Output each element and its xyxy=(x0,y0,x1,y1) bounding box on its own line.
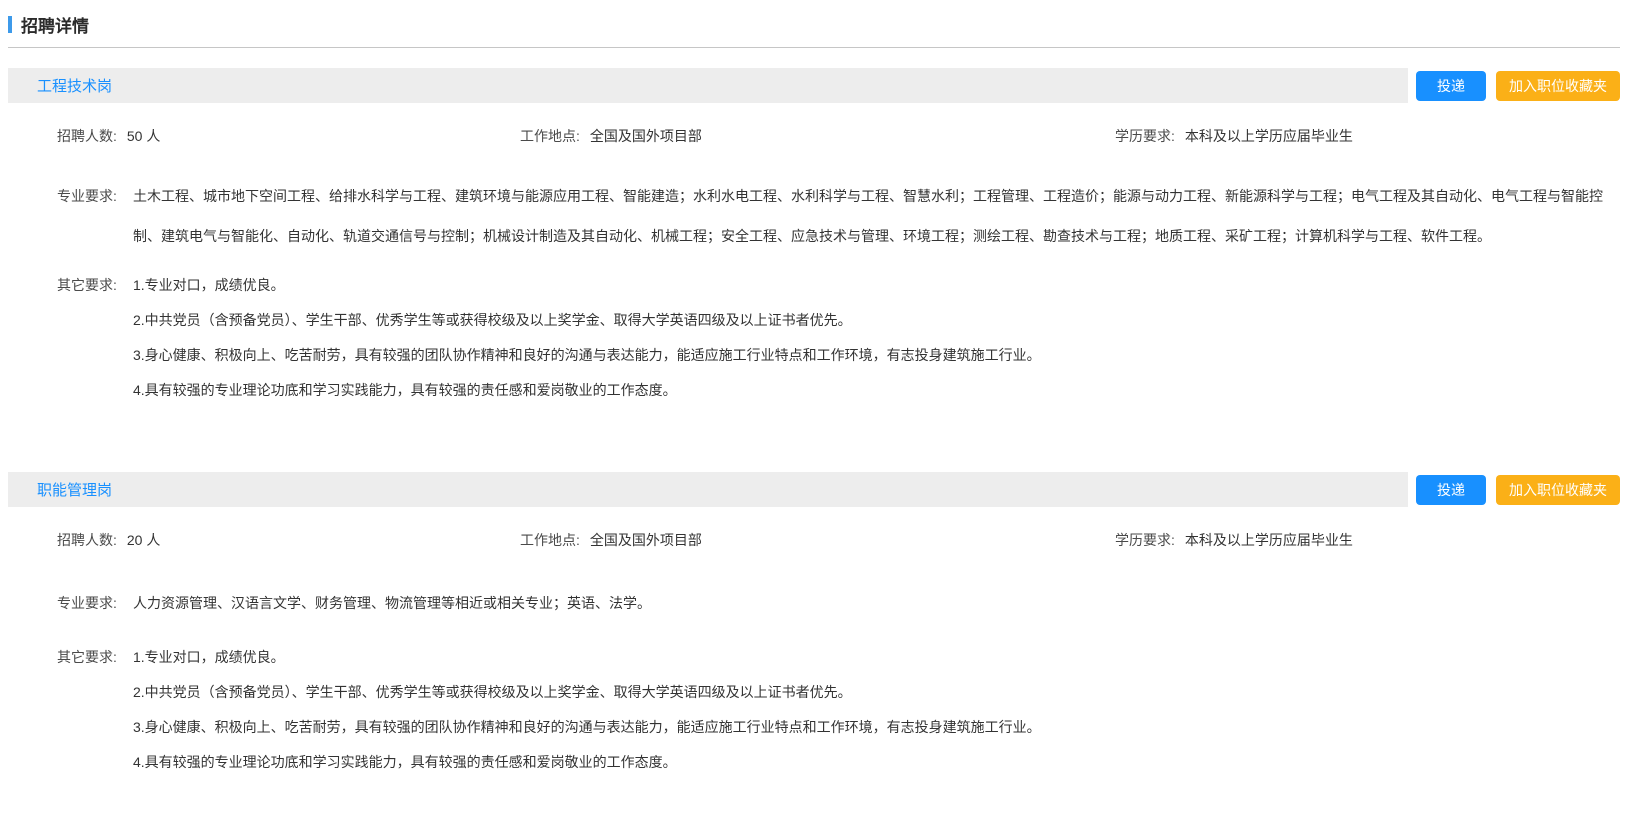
job-header-bar: 职能管理岗 xyxy=(8,472,1408,507)
favorite-button[interactable]: 加入职位收藏夹 xyxy=(1496,71,1620,101)
recruit-count-field: 招聘人数: 20 人 xyxy=(57,530,520,550)
job-title: 工程技术岗 xyxy=(37,75,112,96)
other-line: 1.专业对口，成绩优良。 xyxy=(133,640,1612,675)
location-label: 工作地点: xyxy=(520,532,580,548)
job-header-row: 职能管理岗 投递 加入职位收藏夹 xyxy=(8,472,1620,507)
education-label: 学历要求: xyxy=(1115,128,1175,144)
location-value: 全国及国外项目部 xyxy=(590,128,702,144)
recruit-count-label: 招聘人数: xyxy=(57,532,117,548)
job-body: 招聘人数: 50 人 工作地点: 全国及国外项目部 学历要求: 本科及以上学历应届毕业… xyxy=(8,126,1620,408)
other-line: 1.专业对口，成绩优良。 xyxy=(133,268,1612,303)
other-line: 4.具有较强的专业理论功底和学习实践能力，具有较强的责任感和爱岗敬业的工作态度。 xyxy=(133,373,1612,408)
apply-button[interactable]: 投递 xyxy=(1416,475,1486,505)
major-label: 专业要求: xyxy=(57,176,127,256)
other-line: 4.具有较强的专业理论功底和学习实践能力，具有较强的责任感和爱岗敬业的工作态度。 xyxy=(133,745,1612,780)
education-field: 学历要求: 本科及以上学历应届毕业生 xyxy=(1115,126,1612,146)
major-label: 专业要求: xyxy=(57,583,127,623)
job-header-row: 工程技术岗 投递 加入职位收藏夹 xyxy=(8,68,1620,103)
location-label: 工作地点: xyxy=(520,128,580,144)
other-requirements-row: 其它要求: 1.专业对口，成绩优良。 2.中共党员（含预备党员）、学生干部、优秀… xyxy=(57,640,1612,780)
other-label: 其它要求: xyxy=(57,268,127,408)
education-field: 学历要求: 本科及以上学历应届毕业生 xyxy=(1115,530,1612,550)
other-value: 1.专业对口，成绩优良。 2.中共党员（含预备党员）、学生干部、优秀学生等或获得… xyxy=(133,640,1612,780)
job-panel-management: 职能管理岗 投递 加入职位收藏夹 招聘人数: 20 人 工作地点: 全国及国外项目部… xyxy=(8,472,1620,780)
major-requirements-row: 专业要求: 土木工程、城市地下空间工程、给排水科学与工程、建筑环境与能源应用工程… xyxy=(57,176,1612,256)
major-value: 土木工程、城市地下空间工程、给排水科学与工程、建筑环境与能源应用工程、智能建造；… xyxy=(133,176,1612,256)
job-title: 职能管理岗 xyxy=(37,479,112,500)
education-value: 本科及以上学历应届毕业生 xyxy=(1185,128,1353,144)
location-value: 全国及国外项目部 xyxy=(590,532,702,548)
major-requirements-row: 专业要求: 人力资源管理、汉语言文学、财务管理、物流管理等相近或相关专业；英语、… xyxy=(57,583,1612,623)
other-line: 3.身心健康、积极向上、吃苦耐劳，具有较强的团队协作精神和良好的沟通与表达能力，… xyxy=(133,338,1612,373)
page-container: 招聘详情 工程技术岗 投递 加入职位收藏夹 招聘人数: 50 人 工作地点: 全国及… xyxy=(0,12,1628,780)
job-body: 招聘人数: 20 人 工作地点: 全国及国外项目部 学历要求: 本科及以上学历应届毕业… xyxy=(8,530,1620,780)
page-title: 招聘详情 xyxy=(21,12,89,37)
other-line: 3.身心健康、积极向上、吃苦耐劳，具有较强的团队协作精神和良好的沟通与表达能力，… xyxy=(133,710,1612,745)
job-header-bar: 工程技术岗 xyxy=(8,68,1408,103)
location-field: 工作地点: 全国及国外项目部 xyxy=(520,126,1115,146)
job-panel-engineering: 工程技术岗 投递 加入职位收藏夹 招聘人数: 50 人 工作地点: 全国及国外项目部… xyxy=(8,68,1620,408)
other-label: 其它要求: xyxy=(57,640,127,780)
education-value: 本科及以上学历应届毕业生 xyxy=(1185,532,1353,548)
other-requirements-row: 其它要求: 1.专业对口，成绩优良。 2.中共党员（含预备党员）、学生干部、优秀… xyxy=(57,268,1612,408)
page-title-row: 招聘详情 xyxy=(8,12,1620,36)
education-label: 学历要求: xyxy=(1115,532,1175,548)
recruit-count-value: 20 人 xyxy=(127,532,160,548)
summary-row: 招聘人数: 50 人 工作地点: 全国及国外项目部 学历要求: 本科及以上学历应届毕业… xyxy=(57,126,1612,146)
other-line: 2.中共党员（含预备党员）、学生干部、优秀学生等或获得校级及以上奖学金、取得大学… xyxy=(133,303,1612,338)
title-accent-bar xyxy=(8,16,12,33)
recruit-count-field: 招聘人数: 50 人 xyxy=(57,126,520,146)
location-field: 工作地点: 全国及国外项目部 xyxy=(520,530,1115,550)
other-value: 1.专业对口，成绩优良。 2.中共党员（含预备党员）、学生干部、优秀学生等或获得… xyxy=(133,268,1612,408)
major-value: 人力资源管理、汉语言文学、财务管理、物流管理等相近或相关专业；英语、法学。 xyxy=(133,583,1612,623)
other-line: 2.中共党员（含预备党员）、学生干部、优秀学生等或获得校级及以上奖学金、取得大学… xyxy=(133,675,1612,710)
recruit-count-label: 招聘人数: xyxy=(57,128,117,144)
divider xyxy=(8,47,1620,48)
apply-button[interactable]: 投递 xyxy=(1416,71,1486,101)
favorite-button[interactable]: 加入职位收藏夹 xyxy=(1496,475,1620,505)
summary-row: 招聘人数: 20 人 工作地点: 全国及国外项目部 学历要求: 本科及以上学历应届毕业… xyxy=(57,530,1612,550)
recruit-count-value: 50 人 xyxy=(127,128,160,144)
